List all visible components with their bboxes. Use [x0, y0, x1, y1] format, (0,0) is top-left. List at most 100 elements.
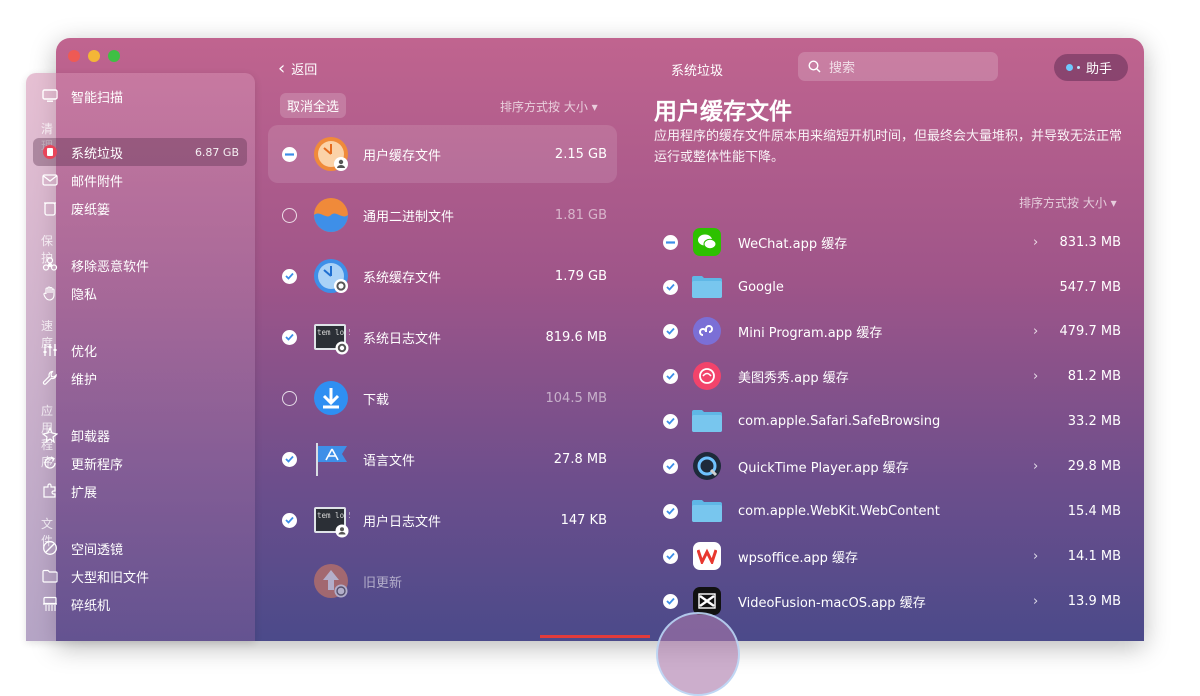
lens-icon	[41, 539, 59, 557]
user-cache-icon	[312, 135, 350, 173]
sidebar-item-label: 系统垃圾	[71, 146, 124, 162]
sidebar-item-uninstaller[interactable]: 卸载器	[33, 422, 245, 448]
checkbox-checked[interactable]	[282, 451, 297, 467]
checkbox-checked[interactable]	[663, 279, 678, 295]
sidebar-item-label: 碎纸机	[71, 598, 111, 614]
category-size: 27.8 MB	[553, 451, 607, 467]
checkbox-checked[interactable]	[282, 329, 297, 345]
checkbox-checked[interactable]	[663, 503, 678, 519]
sidebar-item-privacy[interactable]: 隐私	[33, 280, 245, 306]
quicktime-icon	[693, 452, 721, 480]
app-name: wpsoffice.app 缓存	[738, 550, 859, 566]
checkbox-checked[interactable]	[663, 593, 678, 609]
app-row[interactable]: 美图秀秀.app 缓存 › 81.2 MB	[655, 356, 1125, 396]
category-item[interactable]: 通用二进制文件 1.81 GB	[268, 186, 617, 244]
sidebar-item-maintenance[interactable]: 维护	[33, 365, 245, 391]
app-sort-dropdown[interactable]: 排序方式按 大小 ▾	[1019, 194, 1117, 211]
app-row[interactable]: Mini Program.app 缓存 › 479.7 MB	[655, 311, 1125, 351]
sidebar-item-shredder[interactable]: 碎纸机	[33, 591, 245, 617]
checkbox-checked[interactable]	[282, 512, 297, 528]
sidebar-item-label: 邮件附件	[71, 174, 124, 190]
checkbox-checked[interactable]	[663, 458, 678, 474]
category-size: 1.81 GB	[554, 207, 607, 223]
old-updates-icon	[312, 562, 350, 600]
app-row[interactable]: WeChat.app 缓存 › 831.3 MB	[655, 222, 1125, 262]
app-size: 29.8 MB	[1067, 458, 1121, 474]
app-row[interactable]: Google 547.7 MB	[655, 267, 1125, 307]
system-junk-size: 6.87 GB	[194, 145, 239, 159]
back-button[interactable]: ‹ 返回	[278, 59, 317, 78]
app-row[interactable]: VideoFusion-macOS.app 缓存 › 13.9 MB	[655, 581, 1125, 621]
app-size: 479.7 MB	[1059, 323, 1121, 339]
chevron-right-icon[interactable]: ›	[1033, 549, 1038, 564]
category-name: 用户缓存文件	[363, 148, 442, 164]
traffic-lights	[68, 50, 120, 62]
category-name: 旧更新	[363, 575, 403, 591]
checkbox-unchecked[interactable]	[282, 390, 297, 406]
category-item[interactable]: tem lo 56 0 系统日志文件 819.6 MB	[268, 308, 617, 366]
detail-description: 应用程序的缓存文件原本用来缩短开机时间，但最终会大量堆积，并导致无法正常运行或整…	[654, 129, 1123, 165]
app-row[interactable]: com.apple.Safari.SafeBrowsing 33.2 MB	[655, 401, 1125, 441]
checkbox-partial[interactable]	[663, 234, 678, 250]
sidebar-item-mail-attachments[interactable]: 邮件附件	[33, 167, 245, 193]
app-size: 547.7 MB	[1059, 279, 1121, 295]
category-size: 819.6 MB	[545, 329, 607, 345]
wps-icon	[693, 542, 721, 570]
category-item[interactable]: 语言文件 27.8 MB	[268, 430, 617, 488]
hand-icon	[41, 284, 59, 302]
category-item[interactable]: tem lo 56 0 用户日志文件 147 KB	[268, 491, 617, 549]
system-log-icon: tem lo 56 0	[312, 318, 367, 356]
minimize-window-button[interactable]	[88, 50, 100, 62]
assistant-small-dot-icon	[1077, 66, 1080, 69]
sidebar-item-optimize[interactable]: 优化	[33, 337, 245, 363]
sidebar-item-extensions[interactable]: 扩展	[33, 478, 245, 504]
sidebar-item-malware[interactable]: 移除恶意软件	[33, 252, 245, 278]
sidebar-item-label: 扩展	[71, 485, 98, 501]
app-row[interactable]: wpsoffice.app 缓存 › 14.1 MB	[655, 536, 1125, 576]
close-window-button[interactable]	[68, 50, 80, 62]
checkbox-unchecked[interactable]	[282, 207, 297, 223]
checkbox-checked[interactable]	[663, 548, 678, 564]
chevron-right-icon[interactable]: ›	[1033, 369, 1038, 384]
language-files-icon	[312, 440, 350, 478]
chevron-right-icon[interactable]: ›	[1033, 459, 1038, 474]
app-size: 15.4 MB	[1067, 503, 1121, 519]
log-icon-text: tem lo 56 0	[317, 328, 350, 337]
sidebar-item-space-lens[interactable]: 空间透镜	[33, 535, 245, 561]
sidebar-item-updater[interactable]: 更新程序	[33, 450, 245, 476]
chevron-right-icon[interactable]: ›	[1033, 235, 1038, 250]
app-size: 13.9 MB	[1067, 593, 1121, 609]
sidebar-item-trash[interactable]: 废纸篓	[33, 195, 245, 221]
app-name: Google	[738, 279, 784, 295]
category-item[interactable]: 下载 104.5 MB	[268, 369, 617, 427]
checkbox-checked[interactable]	[282, 268, 297, 284]
assistant-button[interactable]: 助手	[1054, 54, 1128, 81]
search-field[interactable]: 搜索	[798, 52, 998, 81]
sidebar-item-label: 移除恶意软件	[71, 259, 150, 275]
extension-icon	[41, 482, 59, 500]
app-row[interactable]: com.apple.WebKit.WebContent 15.4 MB	[655, 491, 1125, 531]
window-title: 系统垃圾	[671, 64, 724, 79]
sliders-icon	[41, 341, 59, 359]
category-name: 用户日志文件	[363, 514, 442, 530]
chevron-right-icon[interactable]: ›	[1033, 324, 1038, 339]
app-row[interactable]: QuickTime Player.app 缓存 › 29.8 MB	[655, 446, 1125, 486]
checkbox-checked[interactable]	[663, 413, 678, 429]
sidebar-item-smart-scan[interactable]: 智能扫描	[33, 83, 245, 109]
sidebar-item-system-junk[interactable]: 系统垃圾 6.87 GB	[33, 138, 247, 166]
category-item[interactable]: 系统缓存文件 1.79 GB	[268, 247, 617, 305]
category-item[interactable]: 用户缓存文件 2.15 GB	[268, 125, 617, 183]
clean-button[interactable]	[656, 612, 740, 696]
checkbox-checked[interactable]	[663, 323, 678, 339]
shredder-icon	[41, 595, 59, 613]
sidebar-item-large-old-files[interactable]: 大型和旧文件	[33, 563, 245, 589]
trash-disk-icon	[41, 143, 59, 161]
category-sort-dropdown[interactable]: 排序方式按 大小 ▾	[500, 98, 598, 115]
category-item[interactable]: 旧更新	[268, 552, 617, 610]
category-name: 系统日志文件	[363, 331, 442, 347]
checkbox-partial[interactable]	[282, 146, 297, 162]
checkbox-checked[interactable]	[663, 368, 678, 384]
chevron-right-icon[interactable]: ›	[1033, 594, 1038, 609]
deselect-all-button[interactable]: 取消全选	[280, 93, 347, 118]
zoom-window-button[interactable]	[108, 50, 120, 62]
